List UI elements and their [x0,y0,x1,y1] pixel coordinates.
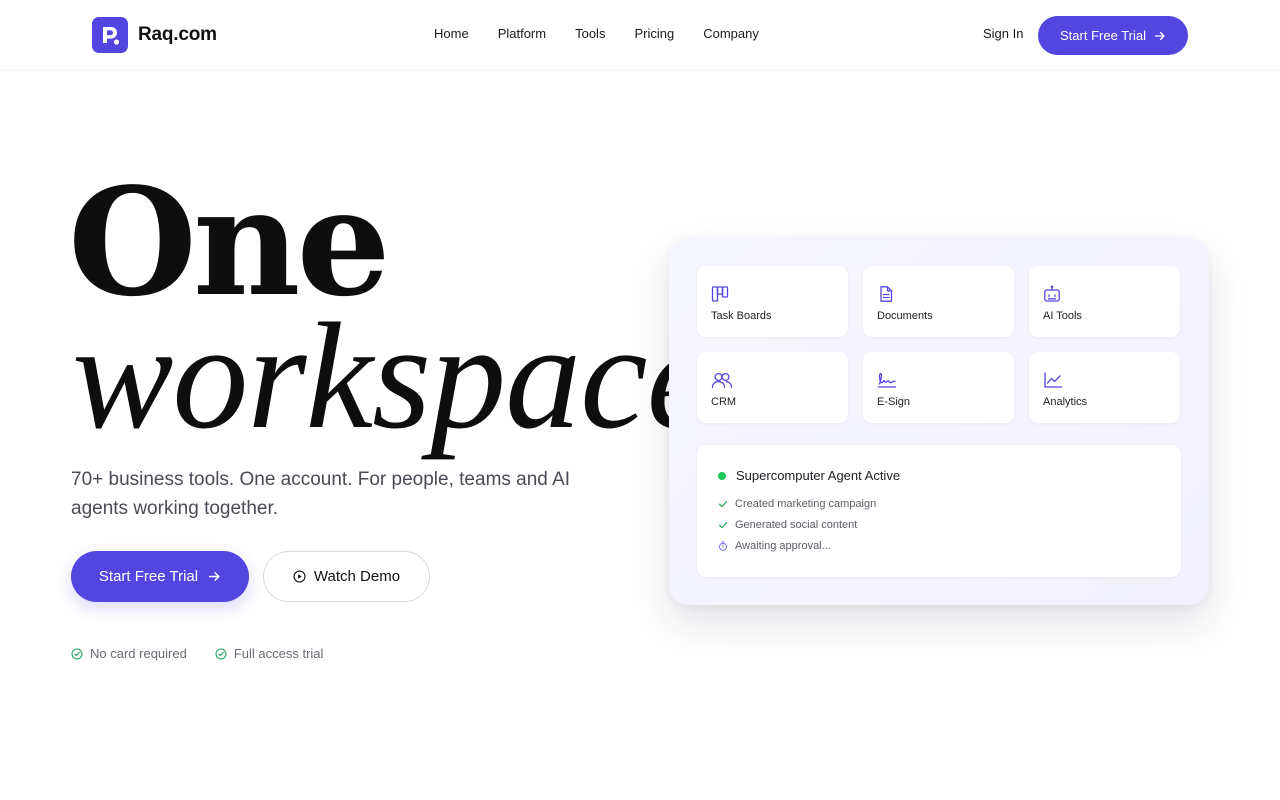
agent-task-item: Generated social content [718,519,857,531]
tile-label: E-Sign [877,396,911,408]
tile-documents[interactable]: Documents [863,266,1014,337]
tile-label: AI Tools [1043,310,1082,322]
logo-mark-icon [92,17,128,53]
tile-label: Analytics [1043,396,1088,408]
robot-icon [1044,285,1060,302]
nav-start-trial-label: Start Free Trial [1060,28,1146,43]
hero-start-trial-label: Start Free Trial [98,568,199,585]
nav-link-company[interactable]: Company [703,26,759,41]
users-icon [711,372,733,388]
agent-status-panel: Supercomputer Agent Active Created marke… [697,445,1181,577]
tile-crm[interactable]: CRM [697,352,848,423]
hero-headline: One workspace [0,150,672,470]
tile-label: CRM [711,396,737,408]
play-circle-icon [293,570,306,583]
agent-task-label: Created marketing campaign [735,498,877,510]
nav-link-pricing[interactable]: Pricing [634,26,674,41]
product-preview-card: Task Boards Documents AI Tools CRM E-Sig… [669,238,1209,605]
watch-demo-button[interactable]: Watch Demo [263,551,430,602]
document-icon [880,286,893,302]
nav-link-tools[interactable]: Tools [575,26,605,41]
tile-e-sign[interactable]: E-Sign [863,352,1014,423]
perk-item: No card required [71,646,187,661]
agent-task-label: Awaiting approval... [735,540,831,552]
nav-link-platform[interactable]: Platform [498,26,546,41]
stopwatch-icon [719,541,727,551]
brand-name: Raq.com [138,24,217,45]
grid-board-icon [711,286,729,302]
hero-start-trial-button[interactable]: Start Free Trial [71,551,249,602]
sign-in-link[interactable]: Sign In [983,26,1023,41]
check-circle-icon [215,647,227,660]
perk-label: Full access trial [233,646,324,661]
arrow-right-icon [209,572,220,581]
watch-demo-label: Watch Demo [313,568,401,585]
perk-label: No card required [90,646,187,661]
hero-subtitle: 70+ business tools. One account. For peo… [71,469,571,519]
check-circle-icon [71,647,83,660]
main-nav: Home Platform Tools Pricing Company [434,26,788,41]
tile-ai-tools[interactable]: AI Tools [1029,266,1180,337]
tile-label: Task Boards [711,310,772,322]
status-dot [718,472,726,480]
nav-link-home[interactable]: Home [434,26,469,41]
nav-start-trial-button[interactable]: Start Free Trial [1038,16,1188,55]
check-icon [718,522,728,529]
signature-icon [877,372,897,388]
tile-analytics[interactable]: Analytics [1029,352,1180,423]
line-chart-icon [1044,372,1063,388]
hero-perks: No card required Full access trial [71,646,351,661]
agent-status-title: Supercomputer Agent Active [736,468,901,483]
agent-task-item: Awaiting approval... [718,540,831,552]
check-icon [718,501,728,508]
agent-task-label: Generated social content [735,519,858,531]
tile-task-boards[interactable]: Task Boards [697,266,848,337]
brand-logo[interactable]: Raq.com [92,17,217,53]
tile-label: Documents [877,310,933,322]
perk-item: Full access trial [215,646,324,661]
top-navbar: Raq.com Home Platform Tools Pricing Comp… [0,0,1280,71]
arrow-right-icon [1154,31,1165,40]
agent-task-item: Created marketing campaign [718,498,876,510]
headline-line-2: workspace [72,292,672,460]
